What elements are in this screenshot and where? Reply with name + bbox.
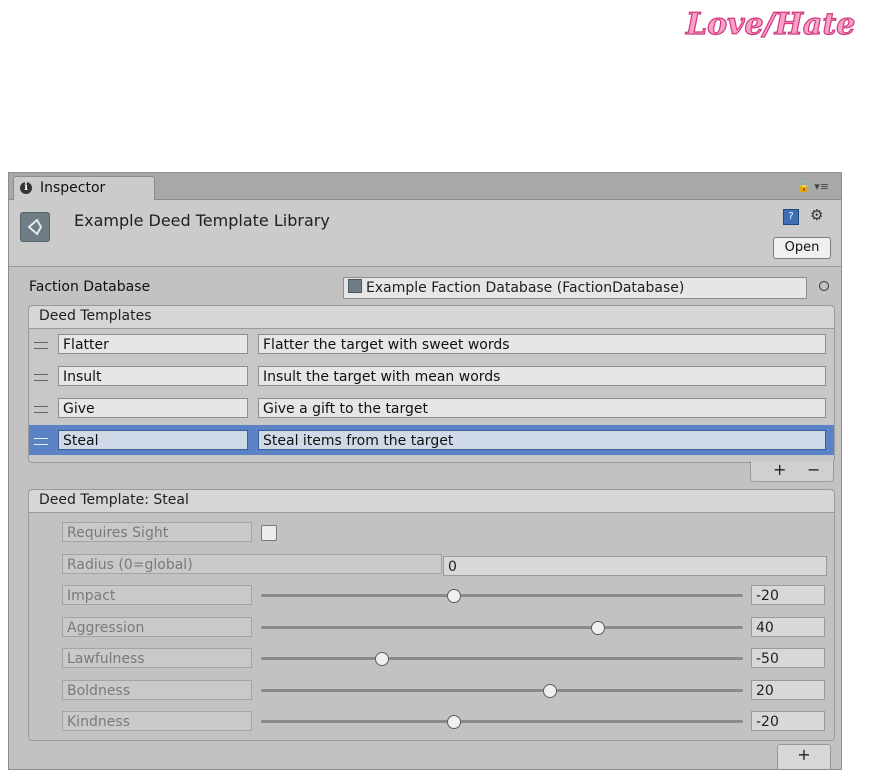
faction-database-field[interactable]: Example Faction Database (FactionDatabas… <box>343 277 807 299</box>
list-footer: + − <box>750 460 834 482</box>
faction-database-label: Faction Database <box>29 279 151 295</box>
scriptable-object-icon <box>20 212 50 242</box>
aggression-slider[interactable] <box>261 626 743 629</box>
asset-header: Example Deed Template Library ? ⚙ Open <box>9 200 841 267</box>
impact-value[interactable]: -20 <box>751 585 825 605</box>
lawfulness-slider[interactable] <box>261 657 743 660</box>
deed-name-field[interactable]: Steal <box>58 430 248 450</box>
deed-template-title: Deed Template: Steal <box>39 492 189 508</box>
radius-field[interactable]: 0 <box>443 556 827 576</box>
remove-deed-button[interactable]: − <box>807 460 820 479</box>
drag-handle-icon[interactable] <box>34 342 48 349</box>
aggression-label: Aggression <box>62 617 252 637</box>
list-item[interactable]: Give Give a gift to the target <box>29 393 834 423</box>
list-item-selected[interactable]: Steal Steal items from the target <box>29 425 834 455</box>
add-deed-button[interactable]: + <box>773 460 786 479</box>
asset-icon <box>348 279 362 293</box>
open-button[interactable]: Open <box>773 237 831 259</box>
requires-sight-checkbox[interactable] <box>261 525 277 541</box>
inspector-window: i Inspector 🔒 ▾≡ Example Deed Template L… <box>8 172 842 770</box>
deed-name-field[interactable]: Insult <box>58 366 248 386</box>
deed-description-field[interactable]: Insult the target with mean words <box>258 366 826 386</box>
tab-inspector[interactable]: i Inspector <box>13 176 155 200</box>
info-icon: i <box>20 182 32 194</box>
requires-sight-label: Requires Sight <box>62 522 252 542</box>
faction-database-value: Example Faction Database (FactionDatabas… <box>366 280 685 296</box>
deed-description-field[interactable]: Flatter the target with sweet words <box>258 334 826 354</box>
tab-controls: 🔒 ▾≡ <box>797 180 829 193</box>
tab-label: Inspector <box>40 180 106 196</box>
inspector-body: Faction Database Example Faction Databas… <box>9 267 841 769</box>
kindness-slider[interactable] <box>261 720 743 723</box>
add-component-button[interactable]: + <box>777 744 831 769</box>
drag-handle-icon[interactable] <box>34 374 48 381</box>
deed-template-header: Deed Template: Steal <box>29 490 834 513</box>
deed-template-detail: Deed Template: Steal Requires Sight Radi… <box>28 489 835 741</box>
lawfulness-label: Lawfulness <box>62 648 252 668</box>
kindness-value[interactable]: -20 <box>751 711 825 731</box>
tab-bar: i Inspector 🔒 ▾≡ <box>9 173 841 200</box>
list-item[interactable]: Flatter Flatter the target with sweet wo… <box>29 329 834 359</box>
impact-slider-knob[interactable] <box>446 589 461 603</box>
help-icon[interactable]: ? <box>783 209 799 225</box>
love-hate-logo: Love/Hate <box>684 6 856 42</box>
aggression-value[interactable]: 40 <box>751 617 825 637</box>
deed-templates-title: Deed Templates <box>39 308 152 324</box>
impact-slider[interactable] <box>261 594 743 597</box>
lawfulness-value[interactable]: -50 <box>751 648 825 668</box>
radius-label: Radius (0=global) <box>62 554 442 574</box>
lawfulness-slider-knob[interactable] <box>374 652 389 666</box>
deed-description-field[interactable]: Give a gift to the target <box>258 398 826 418</box>
aggression-slider-knob[interactable] <box>591 621 606 635</box>
object-picker-icon[interactable] <box>819 281 829 291</box>
deed-name-field[interactable]: Give <box>58 398 248 418</box>
lock-icon[interactable]: 🔒 <box>797 180 811 193</box>
boldness-label: Boldness <box>62 680 252 700</box>
asset-title: Example Deed Template Library <box>74 211 330 230</box>
boldness-slider-knob[interactable] <box>543 684 558 698</box>
deed-description-field[interactable]: Steal items from the target <box>258 430 826 450</box>
deed-name-field[interactable]: Flatter <box>58 334 248 354</box>
drag-handle-icon[interactable] <box>34 438 48 445</box>
impact-label: Impact <box>62 585 252 605</box>
deed-templates-header: Deed Templates <box>29 306 834 329</box>
drag-handle-icon[interactable] <box>34 406 48 413</box>
boldness-slider[interactable] <box>261 689 743 692</box>
list-item[interactable]: Insult Insult the target with mean words <box>29 361 834 391</box>
gear-icon[interactable]: ⚙ <box>810 206 823 224</box>
kindness-label: Kindness <box>62 711 252 731</box>
deed-templates-list: Deed Templates Flatter Flatter the targe… <box>28 305 835 463</box>
boldness-value[interactable]: 20 <box>751 680 825 700</box>
logo-text: Love/Hate <box>685 7 855 42</box>
kindness-slider-knob[interactable] <box>446 715 461 729</box>
menu-icon[interactable]: ▾≡ <box>814 180 829 193</box>
